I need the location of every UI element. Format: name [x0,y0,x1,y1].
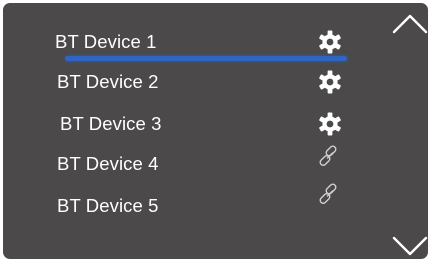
device-row-2[interactable]: BT Device 2 [3,65,373,101]
device-label: BT Device 5 [57,195,159,216]
device-row-5[interactable]: BT Device 5 [3,183,373,225]
device-label: BT Device 4 [57,153,159,174]
device-row-4[interactable]: BT Device 4 [3,145,373,183]
device-row-3[interactable]: BT Device 3 [3,107,373,143]
bt-device-list-panel: BT Device 1 BT Device 2 BT Device 3 BT D… [3,3,428,259]
device-row-1[interactable]: BT Device 1 [3,25,373,61]
device-label: BT Device 1 [55,31,157,52]
gear-icon[interactable] [317,111,343,137]
gear-icon[interactable] [317,69,343,95]
gear-icon[interactable] [317,29,343,55]
link-icon[interactable] [317,181,343,207]
scroll-up-chevron-icon[interactable] [391,11,428,35]
link-icon[interactable] [317,143,343,169]
device-label: BT Device 2 [57,71,159,92]
device-label: BT Device 3 [60,113,162,134]
scroll-down-chevron-icon[interactable] [391,235,428,259]
